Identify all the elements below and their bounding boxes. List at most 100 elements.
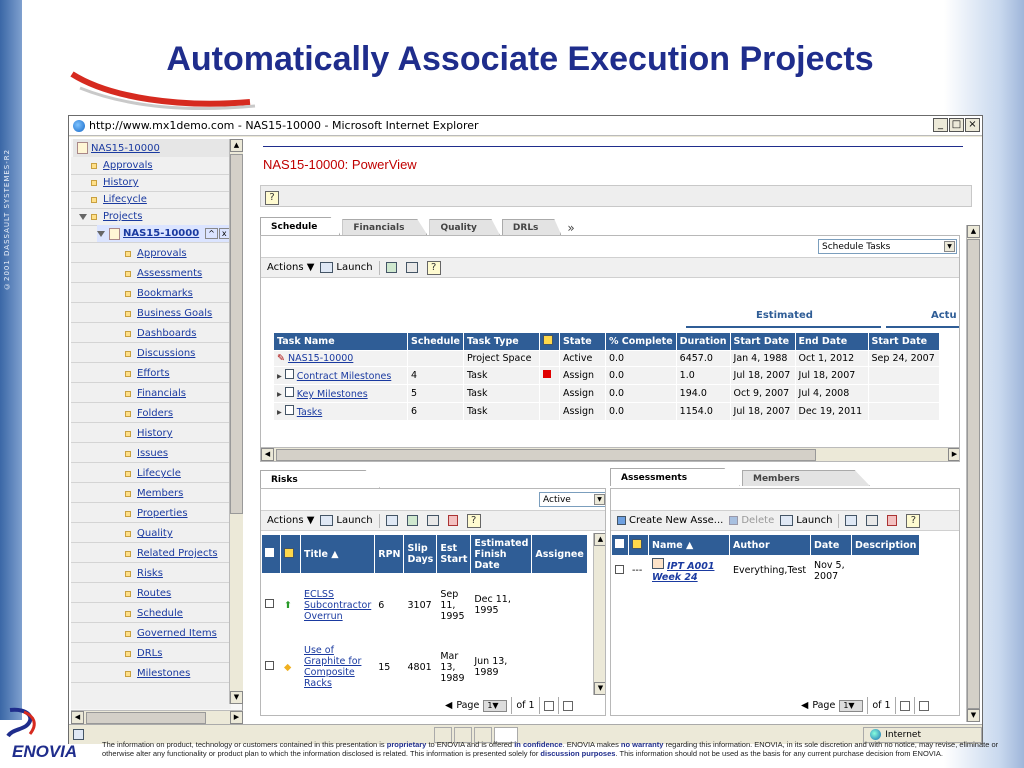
- col-end-date[interactable]: End Date: [795, 333, 868, 350]
- nav-link[interactable]: Dashboards: [137, 328, 196, 339]
- nav-link[interactable]: Issues: [137, 448, 168, 459]
- col-start-date[interactable]: Start Date: [730, 333, 795, 350]
- tab-assessments[interactable]: Assessments: [610, 468, 740, 486]
- nav-link[interactable]: Related Projects: [137, 548, 218, 559]
- tabs-more-icon[interactable]: »: [567, 221, 574, 235]
- assessments-pdf-button[interactable]: [887, 515, 900, 526]
- risks-actions-menu[interactable]: Actions ▼: [267, 515, 314, 526]
- schedule-row[interactable]: ▸ Tasks 6 Task Assign 0.0 1154.0 Jul 18, 2007 De…: [274, 403, 939, 420]
- close-icon[interactable]: x: [218, 228, 230, 239]
- schedule-row[interactable]: ▸ Contract Milestones 4 Task Assign 0.0 1.0 Jul…: [274, 367, 939, 384]
- page-select[interactable]: 1 ▼: [483, 699, 508, 712]
- nav-sub-item-governed-items[interactable]: Governed Items: [125, 625, 231, 642]
- create-assessment-button[interactable]: Create New Asse...: [617, 515, 723, 526]
- scroll-thumb[interactable]: [967, 239, 980, 709]
- cell-name[interactable]: ✎ NAS15-10000: [274, 351, 407, 366]
- scroll-thumb-h[interactable]: [276, 448, 816, 461]
- nav-sub-item-issues[interactable]: Issues: [125, 445, 231, 462]
- nav-sub-item-schedule[interactable]: Schedule: [125, 605, 231, 622]
- nav-sub-item-dashboards[interactable]: Dashboards: [125, 325, 231, 342]
- nav-sub-item-efforts[interactable]: Efforts: [125, 365, 231, 382]
- col-rpn[interactable]: RPN: [375, 535, 404, 573]
- col-status-icon[interactable]: [629, 535, 648, 555]
- nav-sub-item-assessments[interactable]: Assessments: [125, 265, 231, 282]
- select-all-checkbox[interactable]: [615, 539, 624, 548]
- scroll-up-arrow[interactable]: ▲: [230, 139, 243, 152]
- nav-link[interactable]: Approvals: [137, 248, 187, 259]
- nav-link[interactable]: Assessments: [137, 268, 202, 279]
- risks-print-button[interactable]: [426, 515, 442, 526]
- nav-link[interactable]: Quality: [137, 528, 173, 539]
- nav-item-history[interactable]: History: [91, 174, 231, 191]
- assessments-edit-button[interactable]: [845, 515, 860, 526]
- nav-link[interactable]: Efforts: [137, 368, 170, 379]
- nav-link[interactable]: Members: [137, 488, 183, 499]
- risks-export-button[interactable]: [406, 515, 421, 526]
- nav-sub-item-drls[interactable]: DRLs: [125, 645, 231, 662]
- scroll-thumb-h[interactable]: [86, 711, 206, 724]
- nav-link[interactable]: Properties: [137, 508, 188, 519]
- scroll-left-arrow[interactable]: ◀: [261, 448, 274, 461]
- help-icon[interactable]: ?: [265, 191, 279, 205]
- cell-title[interactable]: ECLSS Subcontractor Overrun: [301, 574, 375, 636]
- assessments-help-button[interactable]: ?: [906, 513, 921, 528]
- nav-sub-item-folders[interactable]: Folders: [125, 405, 231, 422]
- nav-selected-link[interactable]: NAS15-10000: [123, 228, 199, 239]
- row-checkbox[interactable]: [265, 599, 274, 608]
- delete-button[interactable]: Delete: [729, 515, 774, 526]
- collapse-icon[interactable]: ^: [205, 228, 218, 239]
- nav-link[interactable]: Milestones: [137, 668, 190, 679]
- expand-triangle-icon[interactable]: [79, 213, 87, 220]
- nav-root-link[interactable]: NAS15-10000: [91, 143, 160, 154]
- col-select-all[interactable]: [612, 535, 628, 555]
- col-select-all[interactable]: [262, 535, 280, 573]
- risks-vertical-scrollbar[interactable]: ▲ ▼: [593, 533, 605, 695]
- col-date[interactable]: Date: [811, 535, 851, 555]
- expand-arrow-icon[interactable]: ▸: [277, 407, 282, 418]
- tab-members[interactable]: Members: [742, 470, 870, 486]
- expand-arrow-icon[interactable]: ▸: [277, 371, 282, 382]
- nav-link[interactable]: Projects: [103, 211, 142, 222]
- risk-row[interactable]: ⬆ ECLSS Subcontractor Overrun 6 3107 Sep 11,…: [262, 574, 587, 636]
- nav-item-projects[interactable]: Projects: [79, 208, 231, 225]
- nav-sub-item-approvals[interactable]: Approvals: [125, 245, 231, 262]
- tab-risks[interactable]: Risks: [260, 470, 380, 488]
- col-est-start[interactable]: Est Start: [437, 535, 471, 573]
- nav-sub-item-routes[interactable]: Routes: [125, 585, 231, 602]
- scroll-thumb[interactable]: [230, 154, 243, 514]
- nav-item-selected-project[interactable]: NAS15-10000 ^ x: [97, 225, 231, 242]
- row-checkbox[interactable]: [615, 564, 624, 574]
- col-slip-days[interactable]: Slip Days: [404, 535, 437, 573]
- nav-item-approvals[interactable]: Approvals: [91, 157, 231, 174]
- nav-item-lifecycle[interactable]: Lifecycle: [91, 191, 231, 208]
- page-copy-button[interactable]: [538, 697, 554, 714]
- col-assign-icon[interactable]: [539, 333, 559, 350]
- nav-sub-item-history[interactable]: History: [125, 425, 231, 442]
- assessments-launch-button[interactable]: Launch: [780, 515, 832, 526]
- nav-sub-item-related-projects[interactable]: Related Projects: [125, 545, 231, 562]
- expand-triangle-icon[interactable]: [97, 230, 105, 237]
- col-name[interactable]: Name ▲: [649, 535, 729, 555]
- nav-link[interactable]: Schedule: [137, 608, 183, 619]
- nav-sub-item-properties[interactable]: Properties: [125, 505, 231, 522]
- scroll-down-arrow[interactable]: ▼: [594, 682, 605, 695]
- task-name-link[interactable]: Key Milestones: [297, 389, 368, 400]
- col-status-icon[interactable]: [281, 535, 300, 573]
- col-assignee[interactable]: Assignee: [532, 535, 587, 573]
- tab-schedule[interactable]: Schedule: [260, 217, 341, 235]
- risks-launch-button[interactable]: Launch: [320, 515, 373, 526]
- tab-drls[interactable]: DRLs: [501, 219, 562, 235]
- nav-link[interactable]: Folders: [137, 408, 173, 419]
- page-new-button[interactable]: [557, 697, 573, 714]
- scroll-right-arrow[interactable]: ▶: [230, 711, 243, 724]
- cell-checkbox[interactable]: [262, 574, 280, 636]
- help-button[interactable]: ?: [426, 260, 441, 275]
- col-title[interactable]: Title ▲: [301, 535, 375, 573]
- cell-checkbox[interactable]: [612, 556, 628, 585]
- select-all-checkbox[interactable]: [265, 548, 274, 557]
- risks-pdf-button[interactable]: [447, 515, 461, 526]
- scroll-up-arrow[interactable]: ▲: [967, 225, 980, 238]
- col-task-name[interactable]: Task Name: [274, 333, 407, 350]
- nav-link[interactable]: Bookmarks: [137, 288, 193, 299]
- nav-sub-item-milestones[interactable]: Milestones: [125, 665, 231, 682]
